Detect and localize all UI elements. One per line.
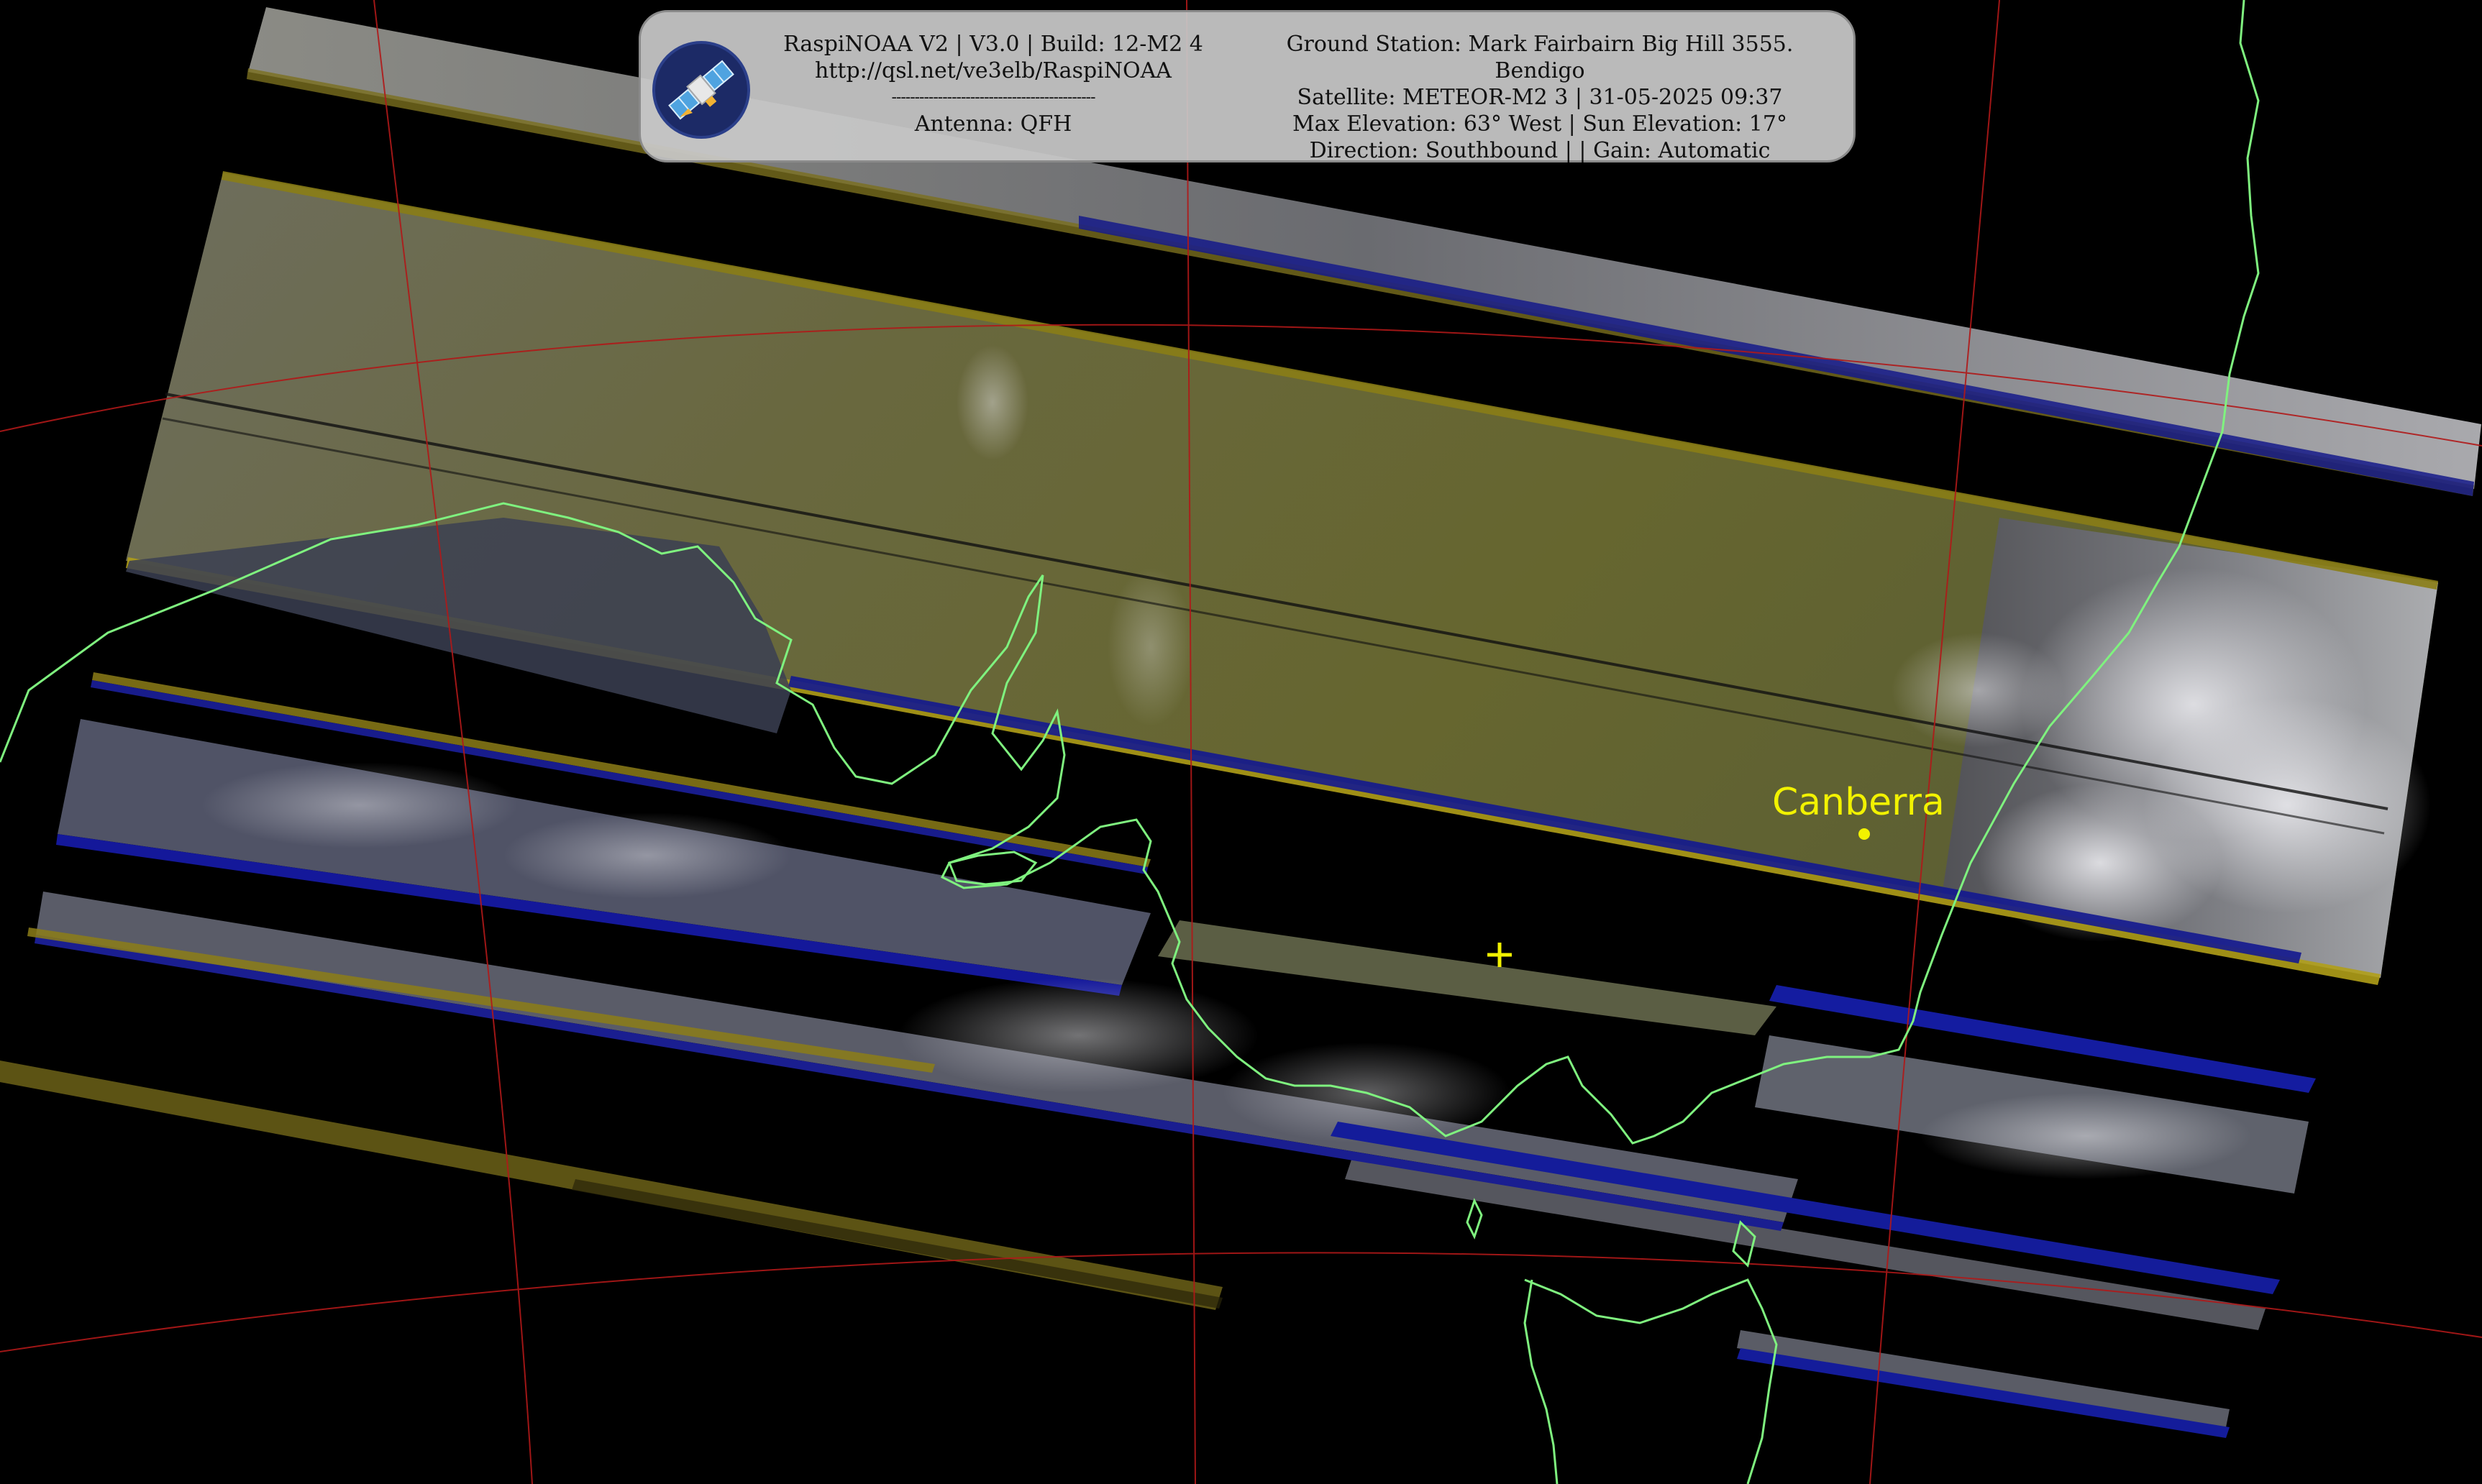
divider-line: ----------------------------------------… <box>891 88 1095 106</box>
info-panel: RaspiNOAA V2 | V3.0 | Build: 12-M2 4 htt… <box>639 10 1856 164</box>
city-dot-icon <box>1858 828 1870 840</box>
ground-station-city: Bendigo <box>1495 58 1585 83</box>
project-url: http://qsl.net/ve3elb/RaspiNOAA <box>815 58 1172 83</box>
satellite-logo-icon <box>652 41 750 139</box>
satellite-image-viewer: Canberra RaspiNOAA V2 | V3.0 | Build: 12… <box>0 0 2482 1484</box>
satellite-scene <box>0 0 2482 1484</box>
antenna-type: Antenna: QFH <box>914 111 1072 137</box>
software-version: RaspiNOAA V2 | V3.0 | Build: 12-M2 4 <box>783 32 1203 57</box>
elevation-info: Max Elevation: 63° West | Sun Elevation:… <box>1292 111 1787 137</box>
pass-info-right: Ground Station: Mark Fairbairn Big Hill … <box>1231 31 1849 164</box>
satellite-pass-time: Satellite: METEOR-M2 3 | 31-05-2025 09:3… <box>1297 85 1783 110</box>
city-label: Canberra <box>1772 781 1945 824</box>
ground-station: Ground Station: Mark Fairbairn Big Hill … <box>1286 32 1794 57</box>
station-info-left: RaspiNOAA V2 | V3.0 | Build: 12-M2 4 htt… <box>770 31 1216 137</box>
crosshair-icon <box>1487 943 1512 967</box>
direction-gain: Direction: Southbound | | Gain: Automati… <box>1309 138 1771 163</box>
